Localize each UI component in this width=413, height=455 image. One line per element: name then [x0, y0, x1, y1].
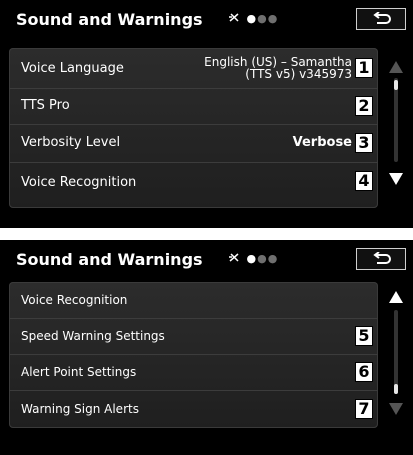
- row-label: Warning Sign Alerts: [21, 402, 139, 416]
- scroll-down-icon[interactable]: [388, 172, 404, 186]
- back-arrow-icon: [373, 12, 391, 24]
- list-item-alert-point-settings[interactable]: Alert Point Settings 6: [9, 354, 378, 391]
- callout-number: 7: [355, 399, 373, 419]
- screen-title: Sound and Warnings: [16, 10, 203, 29]
- scrollbar-thumb[interactable]: [394, 384, 398, 394]
- row-value-line2: (TTS v5) v345973: [245, 67, 352, 81]
- callout-number: 2: [355, 96, 373, 116]
- row-value: Verbose: [292, 135, 352, 150]
- callout-number: 5: [355, 326, 373, 346]
- list-item-verbosity-level[interactable]: Verbosity Level Verbose 3: [9, 124, 378, 163]
- list-item-speed-warning-settings[interactable]: Speed Warning Settings 5: [9, 318, 378, 355]
- back-button[interactable]: [356, 8, 406, 30]
- row-label: Voice Recognition: [21, 293, 128, 307]
- screen-title: Sound and Warnings: [16, 250, 203, 269]
- list-item-tts-pro[interactable]: TTS Pro 2: [9, 88, 378, 125]
- back-button[interactable]: [356, 248, 406, 270]
- scroll-down-icon[interactable]: [388, 402, 404, 416]
- settings-list-1: Voice Language English (US) – Samantha (…: [9, 48, 378, 208]
- row-label: Speed Warning Settings: [21, 329, 165, 343]
- row-label: Voice Language: [21, 61, 124, 76]
- row-label: Voice Recognition: [21, 175, 137, 190]
- gps-signal-icon: ●●●: [228, 252, 278, 265]
- list-item-voice-language[interactable]: Voice Language English (US) – Samantha (…: [9, 48, 378, 89]
- gps-signal-icon: ●●●: [228, 12, 278, 25]
- callout-number: 6: [355, 362, 373, 382]
- scroll-up-icon[interactable]: [388, 60, 404, 74]
- scrollbar-thumb[interactable]: [394, 80, 398, 90]
- list-item-voice-recognition[interactable]: Voice Recognition: [9, 282, 378, 319]
- callout-number: 4: [355, 171, 373, 191]
- list-item-voice-recognition[interactable]: Voice Recognition 4: [9, 162, 378, 208]
- callout-number: 3: [355, 133, 373, 153]
- scrollbar-track[interactable]: [394, 310, 398, 394]
- row-label: Verbosity Level: [21, 135, 121, 150]
- list-item-warning-sign-alerts[interactable]: Warning Sign Alerts 7: [9, 390, 378, 428]
- scroll-up-icon[interactable]: [388, 290, 404, 304]
- scrollbar-track[interactable]: [394, 78, 398, 162]
- back-arrow-icon: [373, 252, 391, 264]
- callout-number: 1: [355, 58, 373, 78]
- row-label: Alert Point Settings: [21, 365, 137, 379]
- row-label: TTS Pro: [21, 98, 70, 113]
- settings-list-2: Voice Recognition Speed Warning Settings…: [9, 282, 378, 428]
